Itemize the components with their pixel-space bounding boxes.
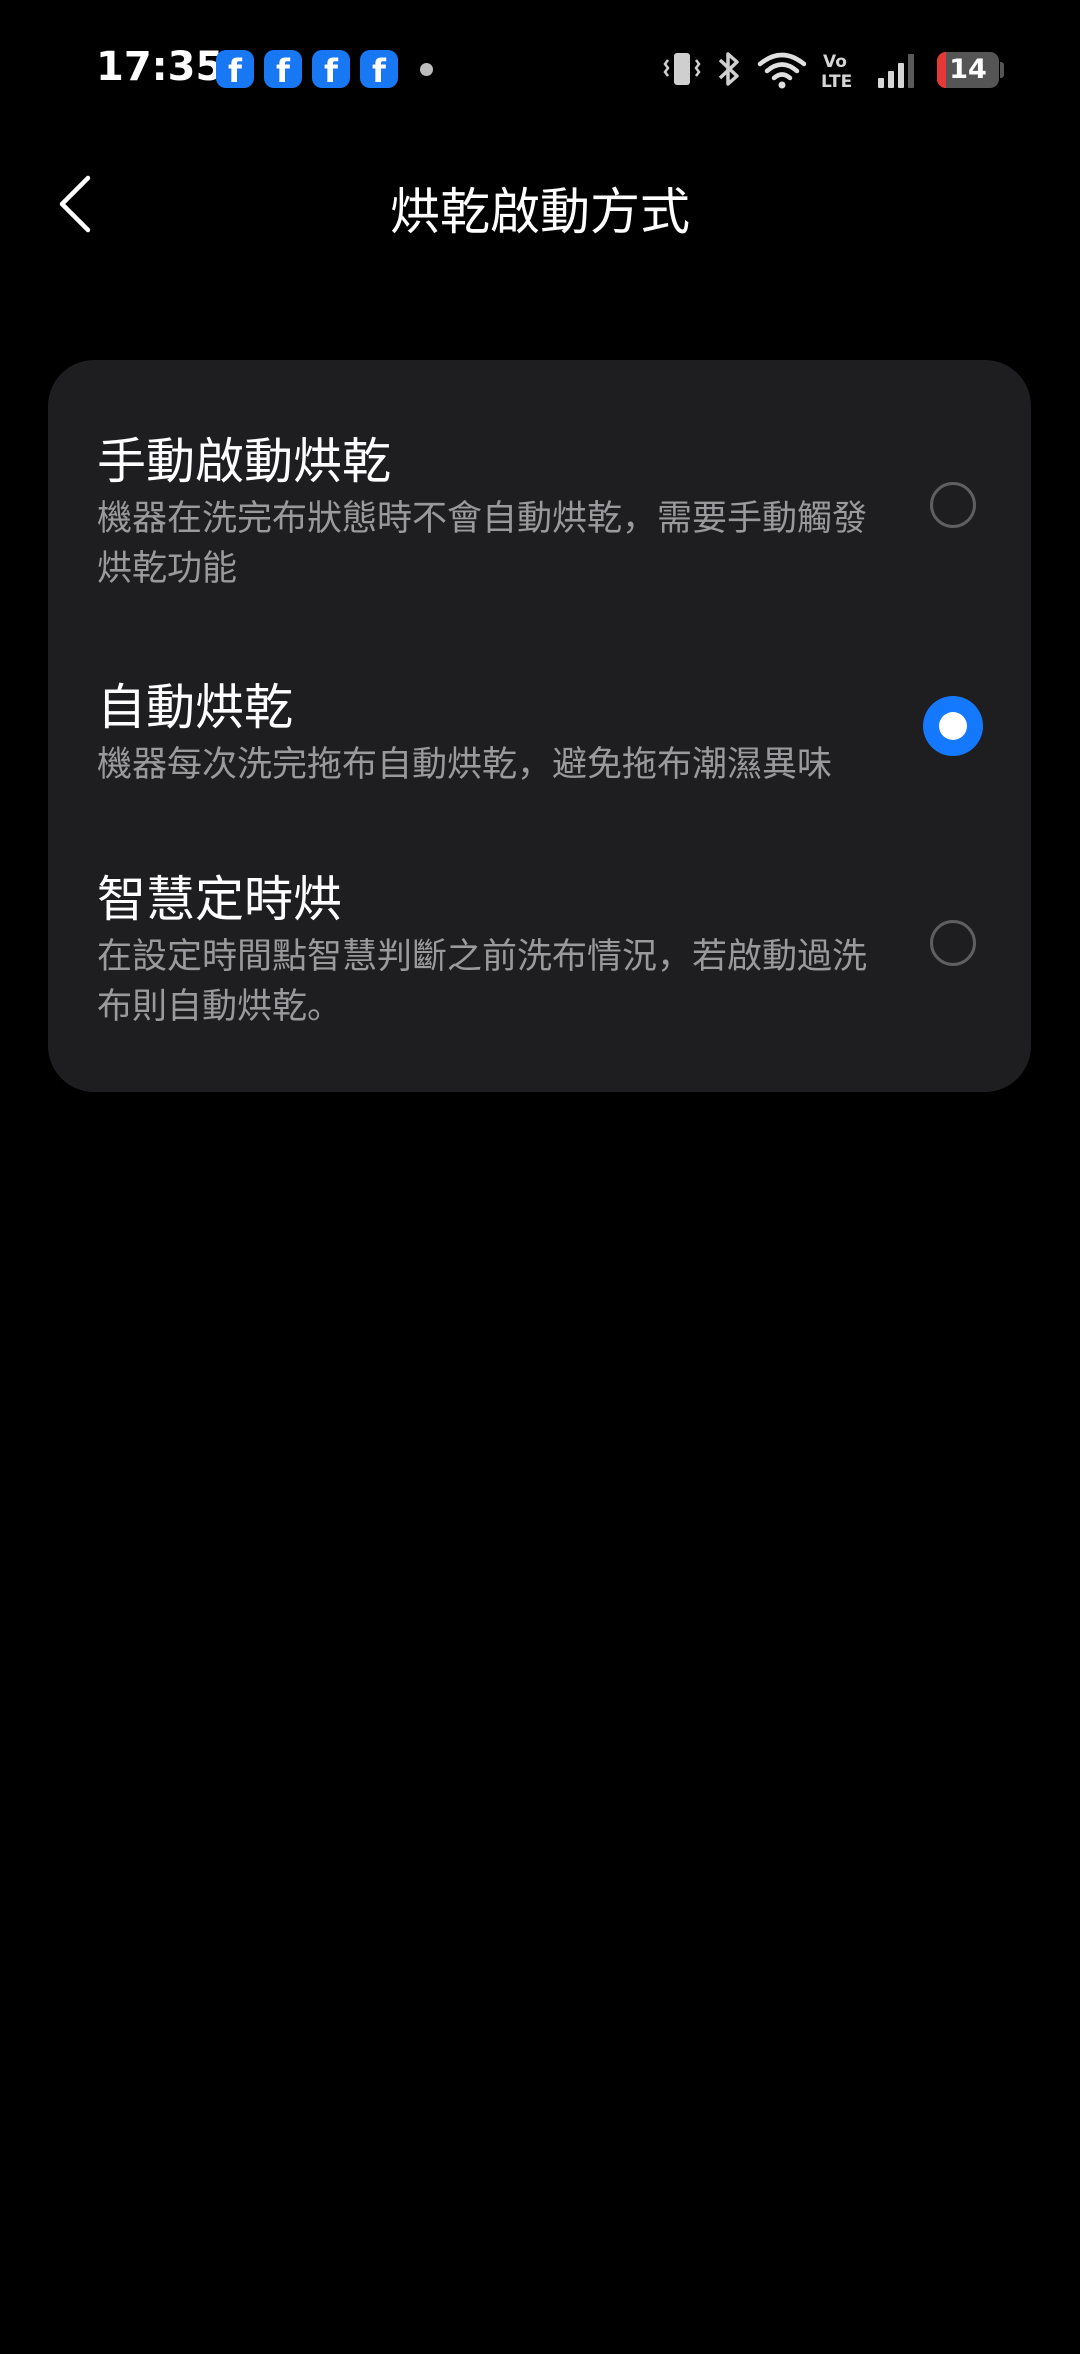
battery-tip xyxy=(1000,62,1004,78)
option-title: 智慧定時烘 xyxy=(97,871,343,928)
svg-text:LTE: LTE xyxy=(821,72,852,92)
battery-icon: 14 xyxy=(937,52,999,88)
option-auto-drying[interactable]: 自動烘乾 機器每次洗完拖布自動烘乾，避免拖布潮濕異味 xyxy=(48,648,1031,838)
radio-button-selected[interactable] xyxy=(923,696,983,756)
status-time: 17:35 xyxy=(96,44,224,90)
radio-button[interactable] xyxy=(930,482,976,528)
more-notifications-dot-icon xyxy=(420,63,433,76)
vibrate-icon xyxy=(663,53,701,85)
facebook-icon: f xyxy=(216,50,254,90)
wifi-icon xyxy=(757,52,807,89)
signal-icon xyxy=(878,54,914,88)
radio-button[interactable] xyxy=(930,920,976,966)
facebook-icon: f xyxy=(264,50,302,90)
bluetooth-icon xyxy=(718,52,739,86)
option-description: 機器在洗完布狀態時不會自動烘乾，需要手動觸發烘乾功能 xyxy=(97,499,868,589)
radio-selected-dot xyxy=(939,712,967,740)
options-card: 手動啟動烘乾 機器在洗完布狀態時不會自動烘乾，需要手動觸發烘乾功能 自動烘乾 機… xyxy=(48,360,1031,1092)
status-bar: 17:35 f f f f Vo LTE 14 xyxy=(0,0,1080,140)
facebook-icon: f xyxy=(360,50,398,90)
option-description: 機器每次洗完拖布自動烘乾，避免拖布潮濕異味 xyxy=(97,745,833,785)
facebook-icon: f xyxy=(312,50,350,90)
page-title: 烘乾啟動方式 xyxy=(390,183,690,241)
option-title: 自動烘乾 xyxy=(97,679,294,736)
option-title: 手動啟動烘乾 xyxy=(97,433,392,490)
battery-level-text: 14 xyxy=(949,54,987,85)
volte-icon: Vo LTE xyxy=(821,52,852,92)
option-manual-drying[interactable]: 手動啟動烘乾 機器在洗完布狀態時不會自動烘乾，需要手動觸發烘乾功能 xyxy=(48,360,1031,622)
svg-text:Vo: Vo xyxy=(823,52,847,72)
option-description: 在設定時間點智慧判斷之前洗布情況，若啟動過洗布則自動烘乾。 xyxy=(97,937,868,1027)
option-smart-timed-drying[interactable]: 智慧定時烘 在設定時間點智慧判斷之前洗布情況，若啟動過洗布則自動烘乾。 xyxy=(48,840,1031,1092)
